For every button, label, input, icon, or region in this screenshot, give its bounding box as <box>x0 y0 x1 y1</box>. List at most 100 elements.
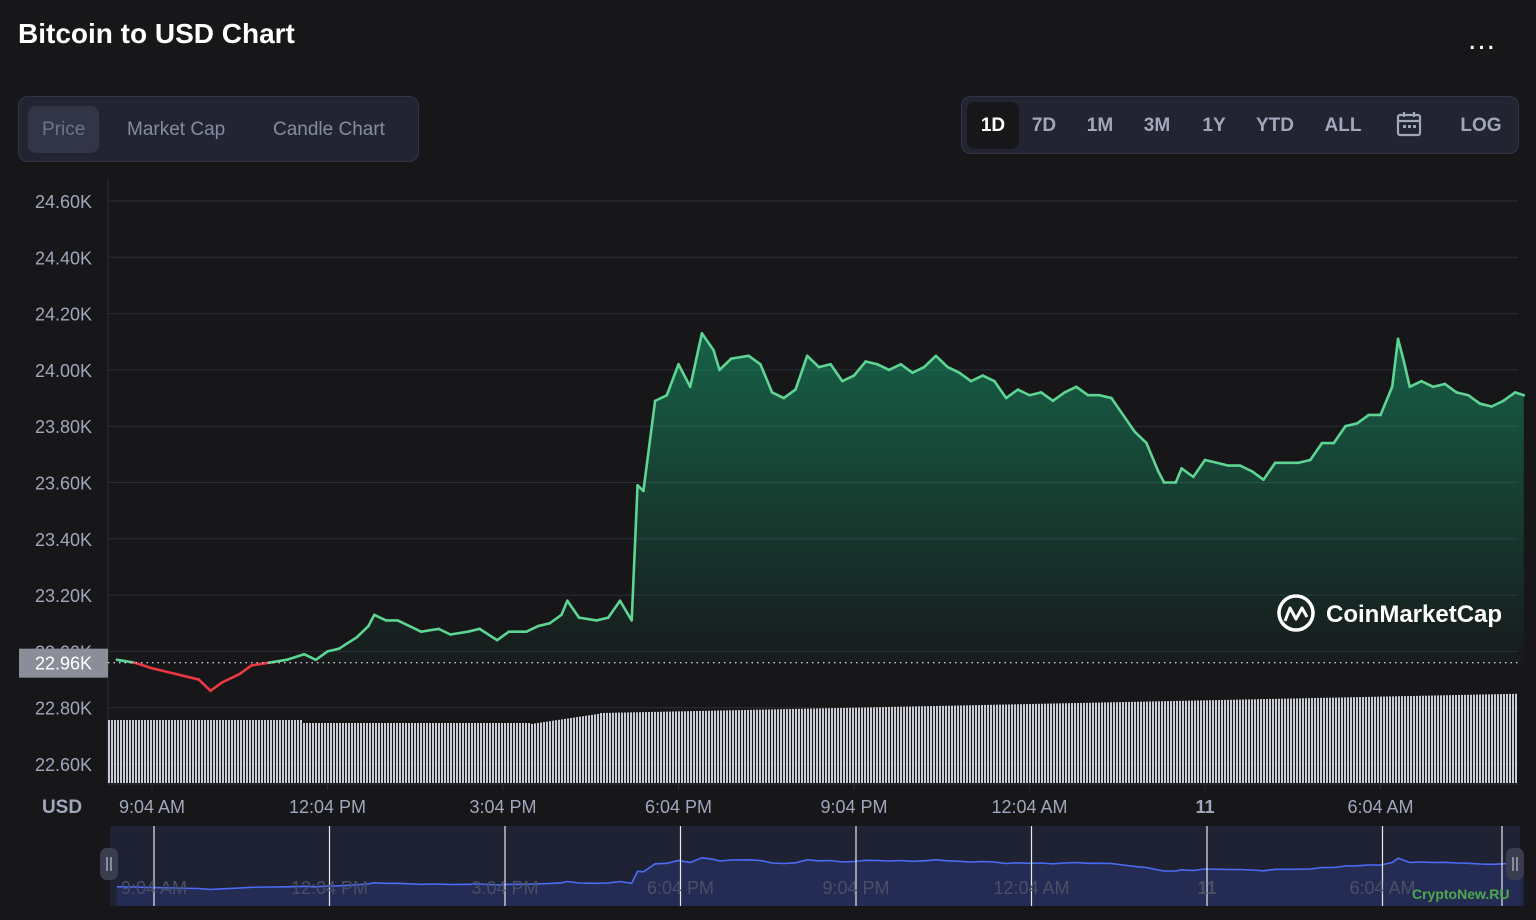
price-line-segment <box>840 374 856 383</box>
range-ytd[interactable]: YTD <box>1250 102 1300 149</box>
volume-bar <box>1104 702 1106 783</box>
volume-bar <box>831 708 833 783</box>
price-line-segment <box>1051 391 1066 403</box>
volume-bar <box>1419 695 1421 783</box>
volume-bar <box>1098 702 1100 783</box>
log-scale-toggle[interactable]: LOG <box>1452 102 1510 149</box>
volume-bar <box>777 709 779 783</box>
volume-bar <box>645 712 647 783</box>
volume-bar <box>351 723 353 783</box>
volume-bar <box>438 723 440 783</box>
navigator-line <box>116 856 1524 891</box>
price-line-segment <box>852 360 868 377</box>
price-line-segment <box>653 393 669 403</box>
volume-bar <box>948 705 950 783</box>
price-line-segment <box>677 362 692 389</box>
volume-bar <box>150 720 152 783</box>
volume-bar <box>879 707 881 783</box>
price-line-segment <box>718 357 733 372</box>
price-line-segment <box>314 650 329 662</box>
price-line-segment <box>238 664 253 676</box>
volume-bar <box>252 720 254 783</box>
range-all[interactable]: ALL <box>1318 102 1368 149</box>
volume-bar <box>1113 702 1115 783</box>
range-1m[interactable]: 1M <box>1080 102 1120 149</box>
price-line-segment <box>1215 461 1230 467</box>
price-line-segment <box>1121 413 1137 434</box>
volume-bar <box>234 720 236 783</box>
volume-bar <box>1278 698 1280 783</box>
volume-bar <box>582 716 584 783</box>
price-line-segment <box>367 613 376 628</box>
price-line-segment <box>957 371 973 383</box>
volume-bar <box>111 720 113 783</box>
more-options-button[interactable]: ... <box>1468 25 1508 60</box>
volume-bar <box>798 708 800 783</box>
volume-bar <box>1464 694 1466 783</box>
price-line-segment <box>747 354 762 366</box>
range-1d[interactable]: 1D <box>967 102 1019 149</box>
volume-bar <box>1383 696 1385 783</box>
volume-bar <box>1500 694 1502 783</box>
navigator-right-handle[interactable] <box>1506 848 1524 880</box>
volume-bar <box>183 720 185 783</box>
volume-bar <box>222 720 224 783</box>
volume-bar <box>159 720 161 783</box>
price-line-segment <box>665 362 680 397</box>
tab-market-cap[interactable]: Market Cap <box>113 106 239 153</box>
volume-bar <box>1401 696 1403 783</box>
volume-bar <box>1134 701 1136 783</box>
volume-bar <box>636 712 638 783</box>
volume-bar <box>396 723 398 783</box>
volume-bar <box>1326 697 1328 783</box>
range-7d[interactable]: 7D <box>1024 102 1064 149</box>
calendar-icon[interactable] <box>1396 110 1422 138</box>
price-series: 22.96K <box>19 332 1526 693</box>
price-line-segment <box>817 362 832 369</box>
price-line-segment <box>595 616 610 622</box>
volume-bar <box>801 708 803 783</box>
volume-bar <box>939 705 941 783</box>
navigator-tick-label: 9:04 AM <box>121 878 187 898</box>
volume-bar <box>1290 698 1292 783</box>
price-line-segment <box>729 354 751 360</box>
volume-bar <box>342 723 344 783</box>
volume-bar <box>540 722 542 783</box>
x-tick-label: 6:04 AM <box>1347 797 1413 817</box>
volume-bar <box>717 710 719 783</box>
volume-bar <box>1119 702 1121 783</box>
y-tick-label: 23.20K <box>35 586 92 606</box>
volume-bar <box>888 706 890 783</box>
volume-bar <box>1167 701 1169 783</box>
volume-bar <box>750 709 752 783</box>
price-line-segment <box>1443 382 1458 394</box>
volume-bar <box>1269 698 1271 783</box>
volume-bar <box>729 710 731 783</box>
volume-bar <box>141 720 143 783</box>
volume-bar <box>618 712 620 783</box>
volume-bar <box>471 723 473 783</box>
volume-bar <box>1155 701 1157 783</box>
navigator-left-handle[interactable] <box>100 848 118 880</box>
volume-bar <box>1257 699 1259 783</box>
volume-bar <box>1359 697 1361 783</box>
tab-price[interactable]: Price <box>28 106 100 153</box>
volume-bar <box>123 720 125 783</box>
volume-bar <box>804 708 806 783</box>
range-3m[interactable]: 3M <box>1137 102 1177 149</box>
volume-bar <box>1455 695 1457 783</box>
price-line-segment <box>1203 458 1218 465</box>
y-tick-label: 24.00K <box>35 361 92 381</box>
volume-bar <box>711 710 713 783</box>
tab-candle-chart[interactable]: Candle Chart <box>259 106 399 153</box>
range-1y[interactable]: 1Y <box>1194 102 1234 149</box>
volume-bar <box>261 720 263 783</box>
price-line-segment <box>1390 337 1400 389</box>
price-line-segment <box>946 365 961 375</box>
volume-bar <box>1305 698 1307 783</box>
volume-bar <box>390 723 392 783</box>
volume-bar <box>285 720 287 783</box>
volume-bar <box>324 723 326 783</box>
volume-bar <box>210 720 212 783</box>
volume-bar <box>648 711 650 783</box>
